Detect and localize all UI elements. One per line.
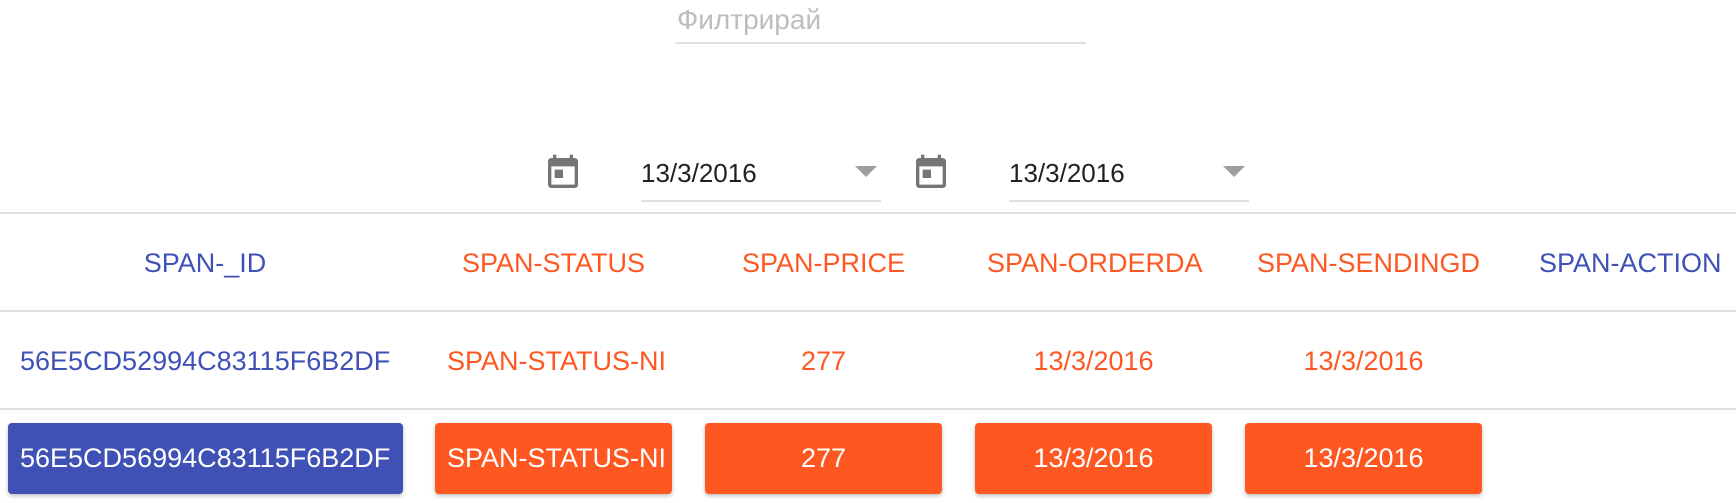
dropdown-arrow-icon[interactable] (855, 166, 877, 177)
status-button[interactable]: SPAN-STATUS-NI (435, 423, 672, 494)
cell-price: 277 (800, 346, 847, 376)
orderdate-button[interactable]: 13/3/2016 (975, 423, 1212, 494)
cell-status: SPAN-STATUS-NI (447, 346, 667, 376)
date-to-value: 13/3/2016 (1009, 158, 1125, 188)
date-to-picker[interactable]: 13/3/2016 (1009, 150, 1249, 202)
date-from-picker[interactable]: 13/3/2016 (641, 150, 881, 202)
header-price[interactable]: SPAN-PRICE (705, 243, 942, 283)
calendar-icon[interactable] (543, 152, 583, 194)
cell-orderdate: 13/3/2016 (1033, 346, 1154, 376)
cell-sendingdate: 13/3/2016 (1303, 346, 1424, 376)
header-action[interactable]: SPAN-ACTION (1535, 243, 1736, 283)
header-divider (0, 310, 1736, 312)
header-status[interactable]: SPAN-STATUS (435, 243, 672, 283)
header-sendingdate[interactable]: SPAN-SENDINGD (1245, 243, 1485, 283)
date-from-value: 13/3/2016 (641, 158, 757, 188)
filter-field (675, 0, 1090, 44)
header-id[interactable]: SPAN-_ID (20, 243, 390, 283)
id-button[interactable]: 56E5CD56994C83115F6B2DF (8, 423, 403, 494)
sendingdate-button[interactable]: 13/3/2016 (1245, 423, 1482, 494)
table-top-divider (0, 212, 1736, 214)
calendar-icon[interactable] (911, 152, 951, 194)
filter-input[interactable] (675, 0, 1090, 40)
row-divider (0, 408, 1736, 410)
price-button[interactable]: 277 (705, 423, 942, 494)
dropdown-arrow-icon[interactable] (1223, 166, 1245, 177)
cell-id: 56E5CD52994C83115F6B2DF (20, 346, 391, 376)
header-orderdate[interactable]: SPAN-ORDERDA (975, 243, 1215, 283)
